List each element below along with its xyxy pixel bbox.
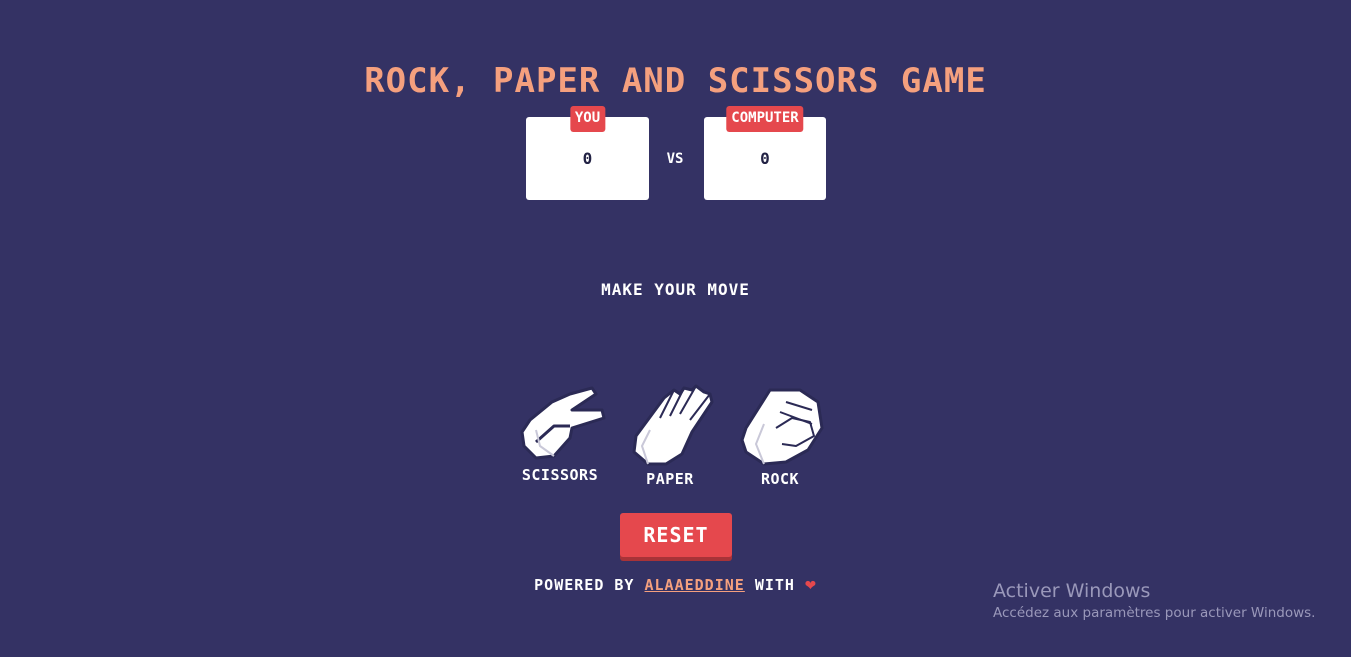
paper-hand-icon xyxy=(632,384,714,466)
computer-score-card: COMPUTER 0 xyxy=(704,106,826,200)
vs-label: VS xyxy=(666,151,684,167)
user-label-badge: YOU xyxy=(569,106,606,132)
watermark-title: Activer Windows xyxy=(993,580,1151,602)
choice-scissors-label: SCISSORS xyxy=(521,466,599,484)
choice-rock[interactable]: ROCK xyxy=(725,384,835,488)
rock-fist-icon xyxy=(740,388,824,466)
page-title: ROCK, PAPER AND SCISSORS GAME xyxy=(364,60,987,101)
author-link[interactable]: ALAAEDDINE xyxy=(645,576,745,594)
scissors-hand-icon xyxy=(520,386,606,460)
result-message: MAKE YOUR MOVE xyxy=(601,280,750,299)
heart-icon: ❤ xyxy=(805,574,817,595)
footer-suffix: WITH xyxy=(744,576,805,594)
footer-prefix: POWERED BY xyxy=(534,576,645,594)
choice-paper[interactable]: PAPER xyxy=(615,384,725,488)
choice-rock-label: ROCK xyxy=(760,470,800,488)
reset-button[interactable]: RESET xyxy=(620,513,732,557)
watermark-subtitle: Accédez aux paramètres pour activer Wind… xyxy=(993,605,1316,621)
choice-scissors[interactable]: SCISSORS xyxy=(505,380,615,484)
choice-paper-label: PAPER xyxy=(646,470,694,488)
user-score-card: YOU 0 xyxy=(526,106,649,200)
computer-label-badge: COMPUTER xyxy=(726,106,804,132)
computer-score: 0 xyxy=(760,149,770,168)
windows-activation-watermark: Activer Windows Accédez aux paramètres p… xyxy=(993,580,1315,621)
user-score: 0 xyxy=(582,149,593,168)
